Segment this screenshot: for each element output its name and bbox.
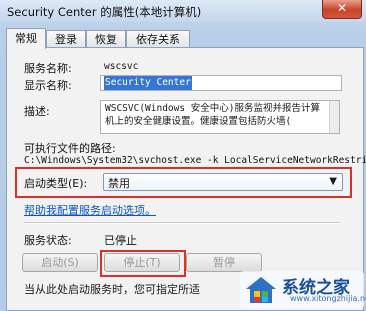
tab-label: 登录 bbox=[55, 33, 77, 46]
exec-path-label: 可执行文件的路径: bbox=[24, 142, 116, 155]
stop-button[interactable]: 停止(T) bbox=[104, 253, 180, 272]
startup-type-select[interactable]: 禁用 ▼ bbox=[103, 173, 343, 191]
tab-logon[interactable]: 登录 bbox=[46, 30, 86, 48]
service-name-label: 服务名称: bbox=[24, 62, 72, 75]
house-logo-icon bbox=[246, 277, 276, 303]
description-field[interactable]: WSCSVC(Windows 安全中心)服务监视并报告计算机上的安全健康设置。健… bbox=[100, 100, 340, 134]
description-label: 描述: bbox=[24, 105, 50, 118]
tab-recovery[interactable]: 恢复 bbox=[86, 30, 126, 48]
startup-type-label: 启动类型(E): bbox=[24, 177, 88, 190]
display-name-value: Security Center bbox=[104, 76, 192, 90]
close-icon: ✕ bbox=[336, 1, 348, 15]
tab-dependencies[interactable]: 依存关系 bbox=[126, 30, 190, 48]
site-watermark: 系统之家 www.xitongzhijia.net bbox=[240, 271, 366, 309]
close-button[interactable]: ✕ bbox=[322, 0, 362, 19]
service-status-label: 服务状态: bbox=[24, 234, 72, 247]
description-scrollbar[interactable] bbox=[329, 101, 339, 133]
tab-label: 依存关系 bbox=[136, 33, 180, 46]
pause-button[interactable]: 暂停 bbox=[186, 253, 262, 272]
startup-type-value: 禁用 bbox=[108, 177, 130, 190]
stop-button-label: 停止(T) bbox=[123, 256, 161, 269]
service-status-value: 已停止 bbox=[104, 234, 137, 247]
exec-path-value: C:\Windows\System32\svchost.exe -k Local… bbox=[24, 155, 366, 166]
window-title: Security Center 的属性(本地计算机) bbox=[7, 5, 202, 19]
start-button-label: 启动(S) bbox=[41, 256, 79, 269]
properties-window: Security Center 的属性(本地计算机) ✕ 常规 登录 恢复 依存… bbox=[0, 0, 366, 311]
tab-label: 恢复 bbox=[95, 33, 117, 46]
description-value: WSCSVC(Windows 安全中心)服务监视并报告计算机上的安全健康设置。健… bbox=[105, 103, 321, 127]
pause-button-label: 暂停 bbox=[213, 256, 235, 269]
help-configure-startup-link[interactable]: 帮助我配置服务启动选项。 bbox=[24, 202, 156, 218]
start-button[interactable]: 启动(S) bbox=[22, 253, 98, 272]
tab-general[interactable]: 常规 bbox=[6, 28, 46, 49]
chevron-down-icon: ▼ bbox=[329, 176, 337, 187]
title-bar[interactable]: Security Center 的属性(本地计算机) ✕ bbox=[0, 0, 366, 22]
watermark-url: www.xitongzhijia.net bbox=[290, 294, 366, 303]
service-name-value: wscsvc bbox=[104, 61, 139, 72]
display-name-label: 显示名称: bbox=[24, 79, 72, 92]
tab-label: 常规 bbox=[15, 32, 37, 45]
divider bbox=[24, 222, 340, 224]
start-parameters-note: 当从此处启动服务时，您可指定所适 bbox=[24, 283, 200, 296]
display-name-field[interactable]: Security Center bbox=[100, 75, 342, 91]
